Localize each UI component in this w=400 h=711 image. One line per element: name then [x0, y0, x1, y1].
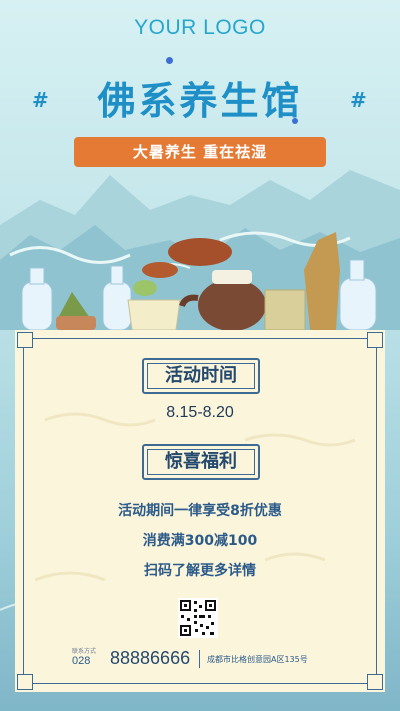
address: 成都市比格创意园A区135号	[207, 655, 308, 664]
event-time-label: 活动时间	[142, 358, 260, 394]
qr-code[interactable]	[178, 598, 218, 638]
logo: YOUR LOGO	[134, 16, 266, 39]
benefit-line: 活动期间一律享受8折优惠	[118, 503, 282, 519]
poster: YOUR LOGO # 佛系养生馆 # 大暑养生 重在祛湿 活动时间 8.15-…	[0, 0, 400, 711]
corner-ornament	[367, 674, 383, 690]
info-card: 活动时间 8.15-8.20 惊喜福利 活动期间一律享受8折优惠 消费满300减…	[15, 330, 385, 692]
title-wrap: 佛系养生馆	[0, 70, 400, 125]
event-dates: 8.15-8.20	[166, 404, 234, 421]
subtitle-banner: 大暑养生 重在祛湿	[74, 137, 326, 167]
benefit-line: 消费满300减100	[142, 533, 258, 549]
decor-dot	[166, 57, 173, 64]
bamboo-mat	[264, 289, 306, 331]
page-title: 佛系养生馆	[97, 78, 303, 123]
benefit-label: 惊喜福利	[142, 444, 260, 480]
benefit-line: 扫码了解更多详情	[144, 563, 256, 579]
footer-divider	[199, 650, 200, 668]
phone-number[interactable]: 88886666	[110, 648, 190, 669]
area-code: 028	[72, 655, 91, 667]
corner-ornament	[367, 332, 383, 348]
corner-ornament	[17, 332, 33, 348]
contact-label: 联系方式	[72, 648, 97, 655]
corner-ornament	[17, 674, 33, 690]
hash-right: #	[350, 88, 367, 112]
